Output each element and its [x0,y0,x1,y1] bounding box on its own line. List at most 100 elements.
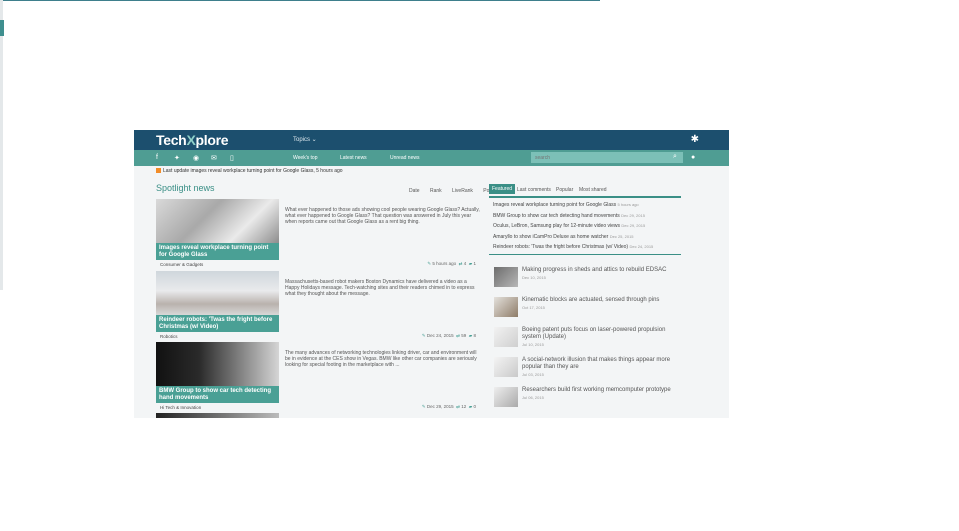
related-date: Jul 03, 2015 [522,372,544,377]
article-caption[interactable]: Images reveal workplace turning point fo… [156,243,279,260]
article-image [156,271,279,315]
list-item-time: Dec 24, 2015 [629,244,654,250]
list-item[interactable]: Amaryllo to show iCamPro Deluxe as home … [493,232,683,243]
article-category[interactable]: Hi Tech & Innovation [160,405,201,410]
related-item[interactable]: Boeing patent puts focus on laser-powere… [494,327,684,351]
nav-latest-news[interactable]: Latest news [340,155,367,161]
comment-icon: ▰ [468,333,473,338]
list-item-title[interactable]: Amaryllo to show iCamPro Deluxe as home … [493,234,608,240]
nav-weeks-top[interactable]: Week's top [293,155,318,161]
right-tabs: Featured Last comments Popular Most shar… [489,184,681,198]
related-thumbnail[interactable] [494,357,518,377]
article-blurb: The many advances of networking technolo… [285,350,477,368]
tab-date[interactable]: Date [409,188,420,194]
related-title[interactable]: Researchers build first working memcompu… [522,387,671,393]
tab-last-comments[interactable]: Last comments [517,187,551,193]
last-update-text: Last update images reveal workplace turn… [163,168,343,174]
share-icon: ⇄ [458,261,463,266]
search-input[interactable] [531,152,683,163]
article-image [156,342,279,386]
twitter-icon[interactable]: ✦ [174,154,180,162]
article-caption[interactable]: BMW Group to show car tech detecting han… [156,386,279,403]
list-item-time: Dec 29, 2015 [621,223,646,229]
related-item[interactable]: Kinematic blocks are actuated, sensed th… [494,297,684,321]
logo-text-a: Tech [156,132,187,148]
article-image [156,199,279,243]
settings-icon[interactable]: ✱ [691,134,699,145]
list-item-title[interactable]: BMW Group to show car tech detecting han… [493,213,620,219]
share-icon: ⇄ [456,404,460,409]
related-thumbnail[interactable] [494,327,518,347]
logo-text-b: plore [195,132,229,148]
tab-rank[interactable]: Rank [430,188,442,194]
nav-unread-news[interactable]: Unread news [390,155,419,161]
article-blurb: What ever happened to those ads showing … [285,207,480,225]
topics-menu[interactable]: Topics ⌄ [293,136,317,143]
list-item[interactable]: Images reveal workplace turning point fo… [493,200,683,211]
related-thumbnail[interactable] [494,387,518,407]
related-item[interactable]: A social-network illusion that makes thi… [494,357,684,381]
list-item-title[interactable]: Images reveal workplace turning point fo… [493,202,616,208]
related-title[interactable]: Kinematic blocks are actuated, sensed th… [522,297,659,303]
related-item[interactable]: Making progress in sheds and attics to r… [494,267,684,291]
article-comments: 8 [473,333,476,338]
list-item-title[interactable]: Reindeer robots: 'Twas the fright before… [493,244,628,250]
related-date: Jul 10, 2015 [522,342,544,347]
search-icon[interactable]: ⌕ [673,153,677,161]
related-thumbnail[interactable] [494,267,518,287]
rss-small-icon [156,168,161,174]
article-category[interactable]: Consumer & Gadgets [160,262,203,267]
article-thumbnail[interactable]: BMW Group to show car tech detecting han… [156,342,279,405]
list-item[interactable]: BMW Group to show car tech detecting han… [493,211,683,222]
article-time: Dec 24, 2015 [426,333,454,338]
tab-most-shared[interactable]: Most shared [579,187,607,193]
mobile-icon[interactable]: ▯ [230,154,234,162]
article-card[interactable]: Reindeer robots: 'Twas the fright before… [156,271,484,341]
left-edge-bar [0,0,3,290]
article-meta: ✎ Dec 29, 2015 ⇄ 12 ▰ 0 [422,404,476,410]
spotlight-title: Spotlight news [156,183,215,193]
pencil-icon: ✎ [427,261,432,266]
list-item-time: Dec 29, 2015 [621,212,645,218]
article-thumbnail[interactable]: Images reveal workplace turning point fo… [156,199,279,262]
article-thumbnail[interactable]: Reindeer robots: 'Twas the fright before… [156,271,279,334]
article-comments: 0 [473,404,476,409]
list-item-title[interactable]: Oculus, LeBron, Samsung play for 12-minu… [493,223,620,229]
article-card[interactable]: BMW Group to show car tech detecting han… [156,342,484,412]
comment-icon: ▰ [468,404,473,409]
article-caption[interactable]: Reindeer robots: 'Twas the fright before… [156,315,279,332]
article-shares: 59 [461,333,467,338]
featured-list: Images reveal workplace turning point fo… [493,200,683,253]
site-logo[interactable]: TechXplore [156,132,229,148]
related-title[interactable]: Boeing patent puts focus on laser-powere… [522,327,665,340]
user-icon[interactable]: ● [691,154,695,161]
spotlight-tabs: Date Rank LiveRank Popular [400,188,501,194]
related-date: Oct 17, 2015 [522,305,545,310]
top-border-line [0,0,600,1]
list-item[interactable]: Reindeer robots: 'Twas the fright before… [493,242,683,253]
next-article-peek [156,413,279,418]
related-title[interactable]: Making progress in sheds and attics to r… [522,267,666,273]
facebook-icon[interactable]: f [156,154,158,161]
article-card[interactable]: Images reveal workplace turning point fo… [156,199,484,269]
article-blurb: Massachusetts-based robot makers Boston … [285,279,475,297]
related-thumbnail[interactable] [494,297,518,317]
list-item[interactable]: Oculus, LeBron, Samsung play for 12-minu… [493,221,683,232]
related-item[interactable]: Researchers build first working memcompu… [494,387,684,411]
last-update[interactable]: Last update images reveal workplace turn… [156,168,343,174]
tab-liverank[interactable]: LiveRank [452,188,473,194]
article-category[interactable]: Robotics [160,334,178,339]
left-edge-accent [0,20,4,36]
rss-icon[interactable]: ◉ [193,154,199,162]
email-icon[interactable]: ✉ [211,154,217,162]
site-header: TechXplore Topics ⌄ ✱ [134,130,729,150]
article-shares: 4 [463,261,467,266]
related-title[interactable]: A social-network illusion that makes thi… [522,357,670,370]
tab-featured[interactable]: Featured [489,184,516,194]
right-divider [489,254,681,255]
tab-popular-right[interactable]: Popular [556,187,573,193]
webpage-frame: TechXplore Topics ⌄ ✱ f ✦ ◉ ✉ ▯ Week's t… [134,130,729,418]
pencil-icon: ✎ [421,404,426,409]
list-item-time: 5 hours ago [617,202,639,207]
pencil-icon: ✎ [421,333,426,338]
